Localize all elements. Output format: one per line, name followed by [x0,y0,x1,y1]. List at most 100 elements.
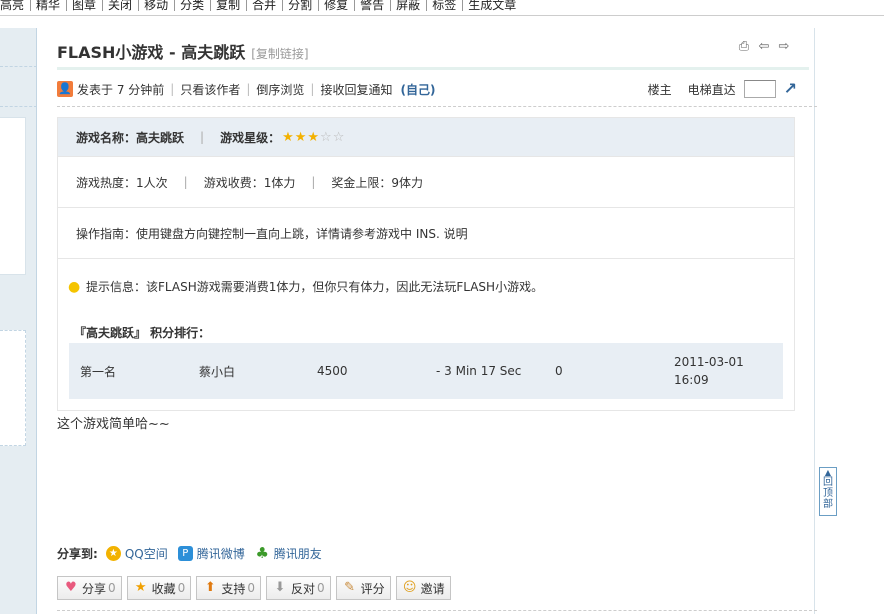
star-filled-icon: ★ [307,129,320,145]
game-header: 游戏名称：高夫跳跃 | 游戏星级： ★ ★ ★ ☆ ☆ [58,118,794,157]
self-badge: (自己) [400,82,436,97]
rank-user[interactable]: 蔡小白 [199,343,235,399]
elevator-label: 电梯直达 [687,82,736,97]
info-divider [57,106,817,107]
invite-button[interactable]: ☺ 邀请 [395,576,451,600]
back-to-top-button[interactable]: ▲ 回顶部 [819,467,837,516]
rank-date-time: 16:09 [674,373,709,387]
thread-title-row: FLASH小游戏 - 高夫跳跃 [复制链接] [57,39,309,63]
reverse-view-link[interactable]: 倒序浏览 [256,81,304,98]
title-underline [57,67,809,70]
toolbar-highlight[interactable]: 高亮 [0,0,30,11]
post-actions: ♥ 分享 0 ★ 收藏 0 ⬆ 支持 0 ⬇ 反对 0 ✎ 评分 ☺ 邀请 [57,576,451,600]
print-icon[interactable]: ⎙ [736,40,752,54]
divider: | [183,175,188,189]
support-count: 0 [247,581,255,595]
go-icon[interactable]: ↗ [784,81,797,97]
share-qzone-label: QQ空间 [124,547,168,561]
toolbar-generate-article[interactable]: 生成文章 [462,0,522,11]
author-avatar-area [0,117,26,275]
back-to-top-label: 回顶部 [823,477,833,510]
game-guide-row: 操作指南：使用键盘方向键控制一直向上跳，详情请参考游戏中 INS. 说明 [58,208,794,259]
invite-icon: ☺ [402,580,417,595]
post-info-bar: 👤 发表于 7 分钟前 | 只看该作者 | 倒序浏览 | 接收回复通知 (自己)… [57,80,797,98]
favorite-button-label: 收藏 [151,581,176,596]
divider: | [311,175,316,189]
rank-date: 2011-03-01 16:09 [674,343,744,399]
favorite-button[interactable]: ★ 收藏 0 [126,576,192,600]
heart-icon: ♥ [65,580,77,595]
support-button-label: 支持 [221,581,246,596]
toolbar-repair[interactable]: 修复 [318,0,354,11]
toolbar-tag[interactable]: 标签 [426,0,462,11]
prev-thread-icon[interactable]: ⇦ [756,40,772,54]
game-reward-limit: 奖金上限：9体力 [331,175,424,190]
share-tencent-pengyou[interactable]: ♣ 腾讯朋友 [254,544,322,562]
toolbar-merge[interactable]: 合并 [246,0,282,11]
star-empty-icon: ☆ [320,129,332,145]
toolbar-split[interactable]: 分割 [282,0,318,11]
divider: | [170,82,175,96]
divider: | [246,82,251,96]
copy-link[interactable]: [复制链接] [251,45,308,62]
share-label: 分享到: [57,547,98,561]
rank-date-day: 2011-03-01 [674,355,744,369]
divider: | [200,130,205,144]
game-info-box: 游戏名称：高夫跳跃 | 游戏星级： ★ ★ ★ ☆ ☆ 游戏热度：1人次 | 游戏收费：… [57,117,795,411]
post-main: FLASH小游戏 - 高夫跳跃 [复制链接] ⎙ ⇦ ⇨ 👤 发表于 7 分钟前… [38,28,817,614]
rate-icon: ✎ [344,580,356,595]
rate-button-label: 评分 [360,581,385,596]
qzone-icon: ★ [105,546,121,561]
game-guide: 操作指南：使用键盘方向键控制一直向上跳，详情请参考游戏中 INS. 说明 [76,226,468,241]
share-weibo-label: 腾讯微博 [196,547,245,561]
clover-icon: ♣ [254,544,270,562]
rank-score: 4500 [317,364,348,378]
game-rating-label: 游戏星级： [220,130,281,145]
support-button[interactable]: ⬆ 支持 0 [196,576,261,600]
next-thread-icon[interactable]: ⇨ [776,40,792,54]
author-only-link[interactable]: 只看该作者 [180,81,240,98]
toolbar-stamp[interactable]: 图章 [66,0,102,11]
game-cost: 游戏收费：1体力 [203,175,296,190]
toolbar-ban[interactable]: 屏蔽 [390,0,426,11]
forum-page: 高亮 精华 图章 关闭 移动 分类 复制 合并 分割 修复 警告 屏蔽 标签 生… [0,0,884,614]
author-sidebar [0,28,37,614]
game-name: 游戏名称：高夫跳跃 [76,130,185,145]
share-qzone[interactable]: ★ QQ空间 [105,545,168,562]
share-button-label: 分享 [82,581,107,596]
rank-time: - 3 Min 17 Sec [436,364,522,378]
floor-nav: 楼主 电梯直达 ↗ [648,80,797,98]
star-filled-icon: ★ [282,129,294,145]
thread-title: FLASH小游戏 - 高夫跳跃 [57,43,246,62]
floor-input[interactable] [743,80,776,98]
thumbs-up-icon: ⬆ [204,580,216,595]
oppose-button[interactable]: ⬇ 反对 0 [265,576,331,600]
toolbar-copy[interactable]: 复制 [210,0,246,11]
reply-notify-link[interactable]: 接收回复通知 [320,81,392,98]
star-empty-icon: ☆ [332,129,345,145]
lightbulb-icon: ● [68,278,81,295]
moderation-toolbar: 高亮 精华 图章 关闭 移动 分类 复制 合并 分割 修复 警告 屏蔽 标签 生… [0,0,884,16]
floor-label: 楼主 [647,82,672,97]
toolbar-digest[interactable]: 精华 [30,0,66,11]
share-tencent-weibo[interactable]: P 腾讯微博 [177,545,245,562]
share-bar: 分享到: ★ QQ空间 P 腾讯微博 ♣ 腾讯朋友 [57,545,332,562]
share-button[interactable]: ♥ 分享 0 [57,576,122,600]
rank-bonus: 0 [555,364,563,378]
toolbar-close[interactable]: 关闭 [102,0,138,11]
game-tip: ● 提示信息：该FLASH游戏需要消费1体力，但你只有体力，因此无法玩FLASH… [68,278,543,295]
rate-button[interactable]: ✎ 评分 [335,576,391,600]
actions-divider [57,610,817,611]
game-heat: 游戏热度：1人次 [76,175,168,190]
posted-time: 发表于 7 分钟前 [77,82,165,97]
invite-button-label: 邀请 [420,581,445,596]
share-count: 0 [108,581,116,595]
divider: | [310,82,315,96]
user-icon: 👤 [57,81,73,97]
post-body: 这个游戏简单哈~~ [57,417,170,432]
toolbar-classify[interactable]: 分类 [174,0,210,11]
toolbar-warn[interactable]: 警告 [354,0,390,11]
toolbar-move[interactable]: 移动 [138,0,174,11]
oppose-button-label: 反对 [290,581,315,596]
up-arrow-icon: ▲ [824,468,832,477]
